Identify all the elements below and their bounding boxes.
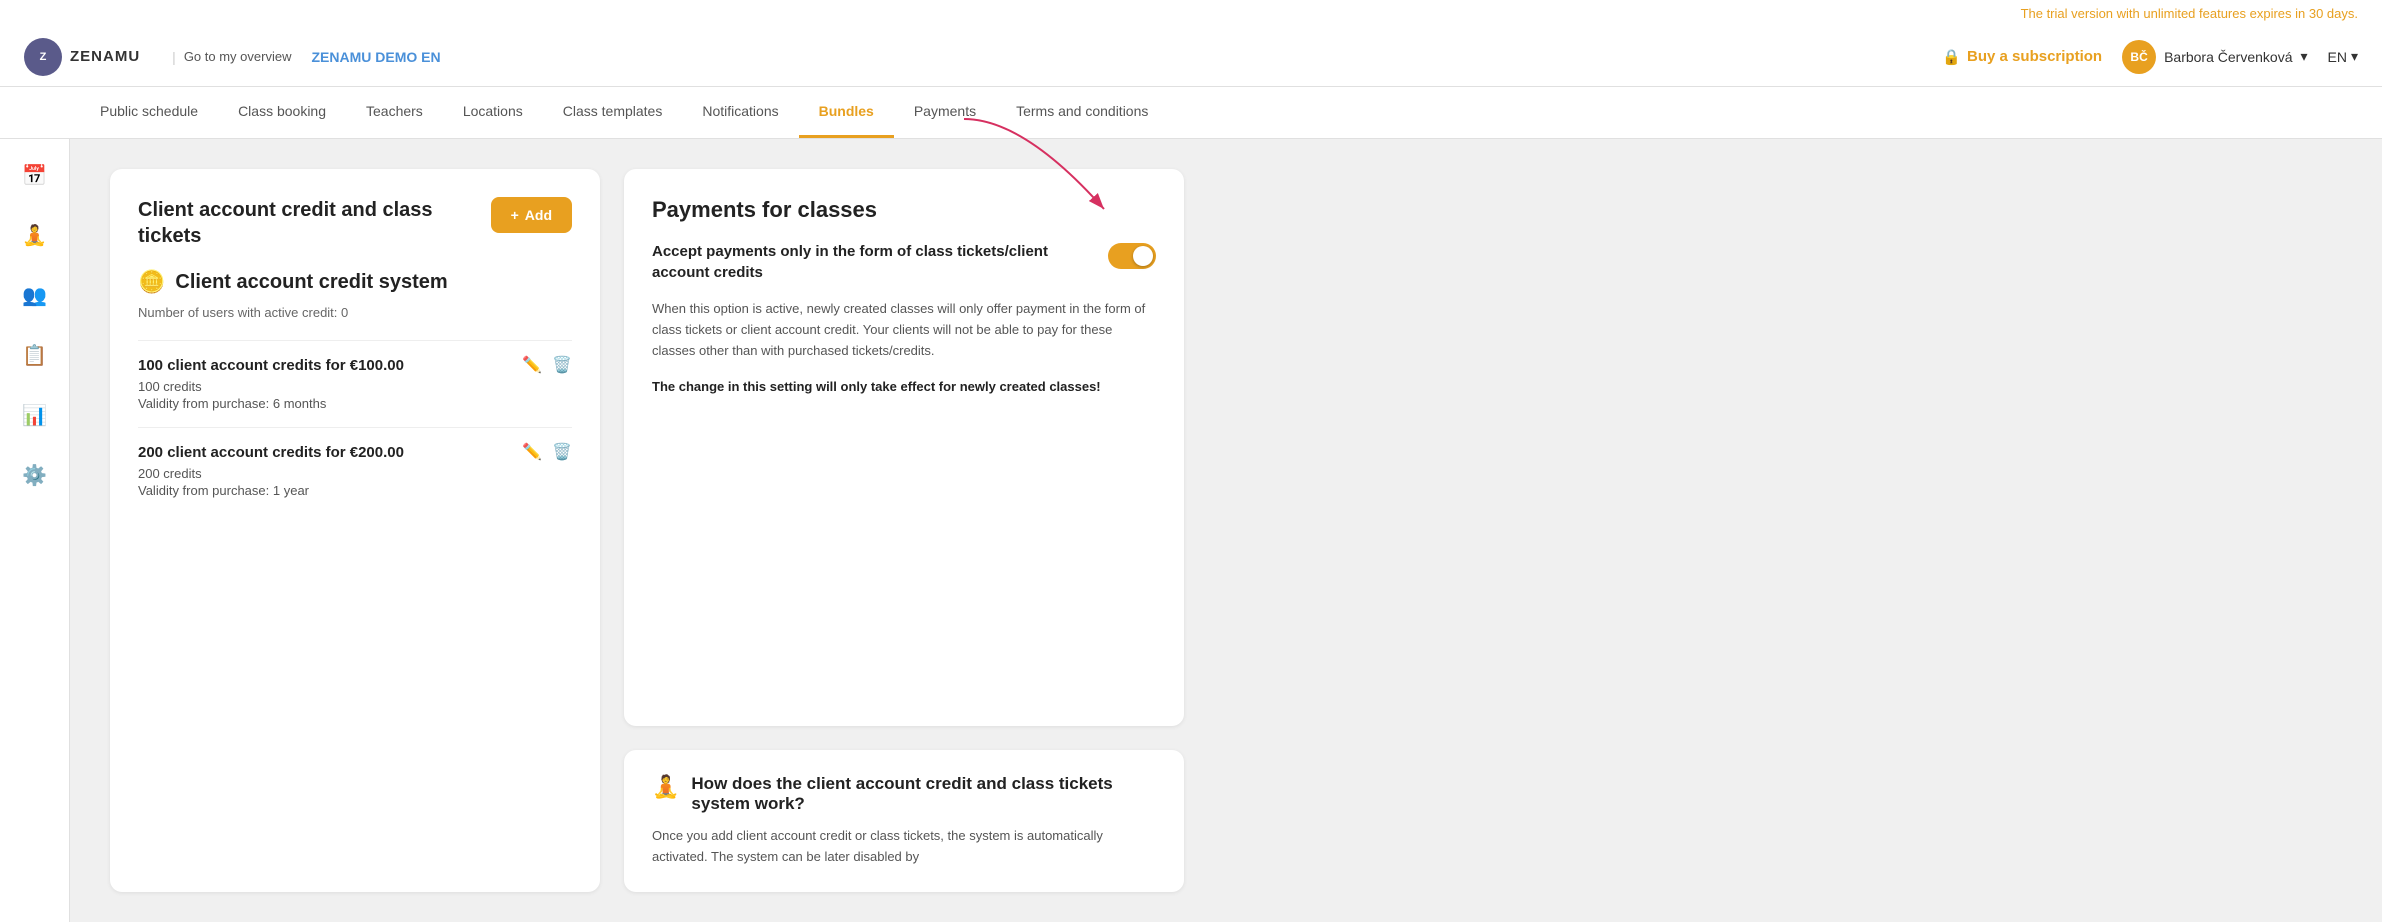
lang-chevron-icon: ▾ bbox=[2351, 48, 2358, 65]
how-title: How does the client account credit and c… bbox=[691, 774, 1156, 814]
lang-label: EN bbox=[2328, 49, 2347, 65]
add-button[interactable]: + Add bbox=[491, 197, 572, 233]
plus-icon: + bbox=[511, 207, 519, 223]
toggle-thumb bbox=[1133, 246, 1153, 266]
content: Client account credit and class tickets … bbox=[70, 139, 2382, 922]
user-name: Barbora Červenková bbox=[2164, 49, 2292, 65]
credit-item-1-validity: Validity from purchase: 6 months bbox=[138, 396, 572, 411]
how-header: 🧘 How does the client account credit and… bbox=[652, 774, 1156, 814]
nav-class-templates[interactable]: Class templates bbox=[543, 87, 683, 138]
credit-item-2-actions: ✏️ 🗑️ bbox=[522, 442, 572, 462]
credit-item-1-header: 100 client account credits for €100.00 ✏… bbox=[138, 355, 572, 375]
avatar: BČ bbox=[2122, 40, 2156, 74]
credit-item-1: 100 client account credits for €100.00 ✏… bbox=[138, 340, 572, 427]
credit-system-title: Client account credit system bbox=[175, 271, 447, 294]
toggle-track[interactable] bbox=[1108, 243, 1156, 269]
credit-item-1-actions: ✏️ 🗑️ bbox=[522, 355, 572, 375]
sidebar-calendar-icon[interactable]: 📅 bbox=[15, 155, 55, 195]
buy-btn-label: Buy a subscription bbox=[1967, 48, 2102, 65]
nav-payments[interactable]: Payments bbox=[894, 87, 996, 138]
logo: Z ZENAMU bbox=[24, 38, 140, 76]
logo-text: ZENAMU bbox=[70, 48, 140, 65]
left-card-title: Client account credit and class tickets bbox=[138, 197, 491, 249]
nav-bar: Public schedule Class booking Teachers L… bbox=[0, 87, 2382, 139]
credit-item-2-header: 200 client account credits for €200.00 ✏… bbox=[138, 442, 572, 462]
header-right: 🔒 Buy a subscription BČ Barbora Červenko… bbox=[1942, 40, 2358, 74]
credit-item-2-validity: Validity from purchase: 1 year bbox=[138, 483, 572, 498]
toggle-label: Accept payments only in the form of clas… bbox=[652, 241, 1092, 283]
add-btn-label: Add bbox=[525, 207, 552, 223]
toggle-row: Accept payments only in the form of clas… bbox=[652, 241, 1156, 283]
delete-icon-1[interactable]: 🗑️ bbox=[552, 355, 572, 375]
payments-toggle[interactable] bbox=[1108, 243, 1156, 269]
main-layout: 📅 🧘 👥 📋 📊 ⚙️ Client account credit and c… bbox=[0, 139, 2382, 922]
nav-public-schedule[interactable]: Public schedule bbox=[80, 87, 218, 138]
logo-icon: Z bbox=[24, 38, 62, 76]
how-text: Once you add client account credit or cl… bbox=[652, 826, 1156, 868]
trial-banner: The trial version with unlimited feature… bbox=[0, 0, 2382, 27]
nav-class-booking[interactable]: Class booking bbox=[218, 87, 346, 138]
sidebar-person-icon[interactable]: 🧘 bbox=[15, 215, 55, 255]
language-button[interactable]: EN ▾ bbox=[2328, 48, 2358, 65]
payments-card: Payments for classes Accept payments onl… bbox=[624, 169, 1184, 726]
how-card: 🧘 How does the client account credit and… bbox=[624, 750, 1184, 892]
payments-card-title: Payments for classes bbox=[652, 197, 1156, 223]
buy-subscription-button[interactable]: 🔒 Buy a subscription bbox=[1942, 48, 2102, 66]
credit-item-1-title: 100 client account credits for €100.00 bbox=[138, 357, 404, 374]
right-column: Payments for classes Accept payments onl… bbox=[624, 169, 1184, 892]
sidebar: 📅 🧘 👥 📋 📊 ⚙️ bbox=[0, 139, 70, 922]
payments-warning: The change in this setting will only tak… bbox=[652, 377, 1156, 397]
chevron-down-icon: ▾ bbox=[2300, 48, 2307, 65]
demo-text: ZENAMU DEMO EN bbox=[311, 49, 440, 65]
credit-item-1-detail: 100 credits bbox=[138, 379, 572, 394]
payments-description: When this option is active, newly create… bbox=[652, 299, 1156, 361]
logo-initials: Z bbox=[40, 51, 47, 63]
credit-system-heading: 🪙 Client account credit system bbox=[138, 269, 572, 295]
sidebar-clipboard-icon[interactable]: 📋 bbox=[15, 335, 55, 375]
active-credit-subtitle: Number of users with active credit: 0 bbox=[138, 305, 572, 320]
nav-teachers[interactable]: Teachers bbox=[346, 87, 443, 138]
edit-icon-1[interactable]: ✏️ bbox=[522, 355, 542, 375]
credit-item-2-title: 200 client account credits for €200.00 bbox=[138, 444, 404, 461]
lock-icon: 🔒 bbox=[1942, 48, 1961, 66]
card-header: Client account credit and class tickets … bbox=[138, 197, 572, 249]
credit-item-2: 200 client account credits for €200.00 ✏… bbox=[138, 427, 572, 514]
trial-text: The trial version with unlimited feature… bbox=[2021, 6, 2358, 21]
edit-icon-2[interactable]: ✏️ bbox=[522, 442, 542, 462]
sidebar-settings-icon[interactable]: ⚙️ bbox=[15, 455, 55, 495]
nav-locations[interactable]: Locations bbox=[443, 87, 543, 138]
coin-icon: 🪙 bbox=[138, 269, 165, 295]
delete-icon-2[interactable]: 🗑️ bbox=[552, 442, 572, 462]
left-card: Client account credit and class tickets … bbox=[110, 169, 600, 892]
header: Z ZENAMU | Go to my overview ZENAMU DEMO… bbox=[0, 27, 2382, 87]
sidebar-chart-icon[interactable]: 📊 bbox=[15, 395, 55, 435]
overview-link[interactable]: Go to my overview bbox=[184, 49, 292, 64]
avatar-initials: BČ bbox=[2130, 50, 2147, 64]
sidebar-group-icon[interactable]: 👥 bbox=[15, 275, 55, 315]
nav-notifications[interactable]: Notifications bbox=[682, 87, 798, 138]
credit-item-2-detail: 200 credits bbox=[138, 466, 572, 481]
user-menu-button[interactable]: BČ Barbora Červenková ▾ bbox=[2122, 40, 2307, 74]
nav-bundles[interactable]: Bundles bbox=[799, 87, 894, 138]
how-icon: 🧘 bbox=[652, 774, 679, 800]
header-divider: | bbox=[172, 49, 176, 65]
nav-terms[interactable]: Terms and conditions bbox=[996, 87, 1168, 138]
